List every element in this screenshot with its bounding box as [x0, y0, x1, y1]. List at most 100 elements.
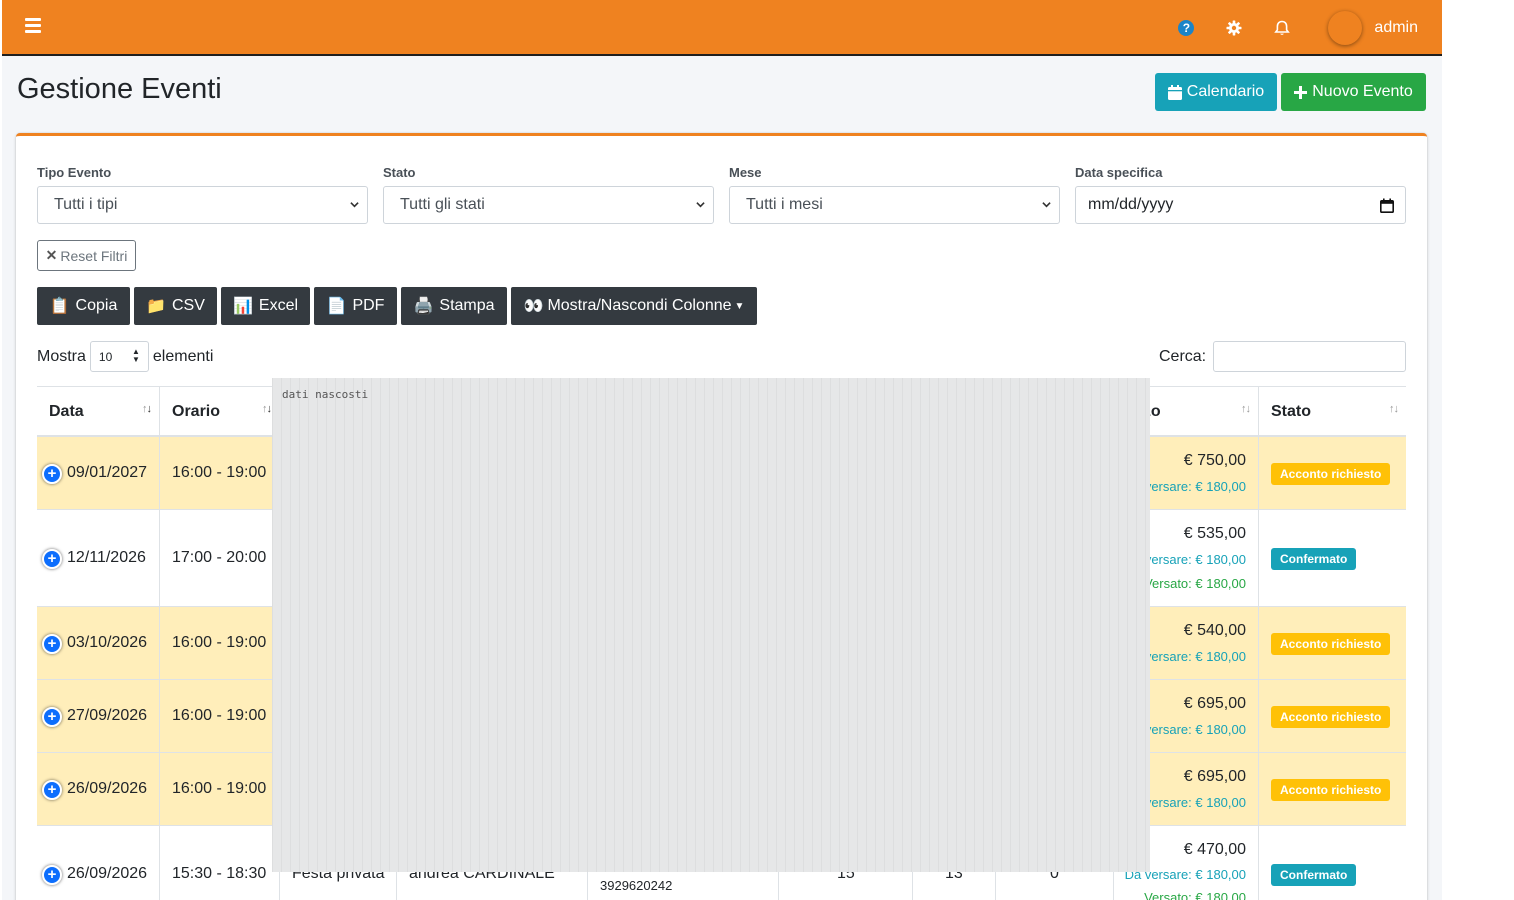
search-control: Cerca:: [1159, 341, 1407, 372]
column-header-time[interactable]: Orario ↑↓: [160, 387, 280, 437]
user-name[interactable]: admin: [1374, 19, 1418, 37]
column-visibility-label: Mostra/Nascondi Colonne: [547, 297, 732, 314]
status-badge: Confermato: [1271, 548, 1357, 570]
status-badge: Acconto richiesto: [1271, 779, 1391, 801]
row-amount-due: versare: € 180,00: [1144, 479, 1246, 494]
status-cell: Confermato: [1259, 826, 1406, 900]
filter-date-input[interactable]: mm/dd/yyyy: [1075, 186, 1406, 224]
row-date: 26/09/2026: [67, 780, 148, 797]
status-cell: Acconto richiesto: [1259, 437, 1406, 509]
calendar-button[interactable]: Calendario: [1155, 73, 1277, 111]
row-price: € 540,00: [1183, 622, 1246, 639]
expand-row-icon[interactable]: +: [42, 464, 62, 484]
row-date: 26/09/2026: [67, 865, 148, 882]
printer-icon: 🖨️: [413, 298, 434, 315]
copy-button[interactable]: 📋 Copia: [37, 287, 130, 325]
row-amount-paid: Versato: € 180,00: [1144, 576, 1246, 591]
row-date: 12/11/2026: [67, 549, 146, 566]
calendar-icon[interactable]: [1380, 198, 1394, 213]
page-length-prefix: Mostra: [37, 347, 86, 365]
menu-icon[interactable]: [25, 18, 41, 33]
expand-row-icon[interactable]: +: [42, 780, 62, 800]
status-badge: Confermato: [1271, 864, 1357, 886]
row-price: € 750,00: [1183, 452, 1246, 469]
page-length-value: 10: [98, 349, 113, 364]
calendar-icon: [1167, 84, 1182, 100]
expand-row-icon[interactable]: +: [42, 707, 62, 727]
chevron-down-icon: [1042, 202, 1051, 208]
expand-row-icon[interactable]: +: [42, 634, 62, 654]
status-cell: Confermato: [1259, 510, 1406, 606]
time-cell: 15:30 - 18:30: [160, 826, 280, 900]
print-button[interactable]: 🖨️ Stampa: [401, 287, 507, 325]
chevron-down-icon: [696, 202, 705, 208]
pdf-button-label: PDF: [352, 297, 385, 314]
filter-status-value: Tutti gli stati: [400, 196, 485, 213]
column-header-date-label: Data: [49, 403, 84, 420]
reset-filters-button[interactable]: ✕ Reset Filtri: [37, 240, 136, 271]
status-cell: Acconto richiesto: [1259, 680, 1406, 752]
filter-date-label: Data specifica: [1075, 165, 1163, 180]
excel-button-label: Excel: [258, 297, 299, 314]
filter-date-value: mm/dd/yyyy: [1088, 196, 1174, 213]
reset-filters-label: Reset Filtri: [60, 247, 128, 264]
avatar[interactable]: [1328, 11, 1363, 45]
redacted-label: dati nascosti: [282, 388, 369, 401]
filter-month-value: Tutti i mesi: [746, 196, 823, 213]
pdf-button[interactable]: 📄 PDF: [314, 287, 397, 325]
redacted-region: dati nascosti: [272, 378, 1150, 872]
column-header-status[interactable]: Stato ↑↓: [1259, 387, 1406, 437]
expand-row-icon[interactable]: +: [42, 865, 62, 885]
sort-icon: ↑↓: [142, 403, 152, 415]
filter-status-select[interactable]: Tutti gli stati: [383, 186, 714, 224]
time-cell: 16:00 - 19:00: [160, 437, 280, 509]
time-cell: 16:00 - 19:00: [160, 607, 280, 679]
new-event-button-label: Nuovo Evento: [1312, 83, 1413, 100]
csv-button-label: CSV: [172, 297, 205, 314]
bell-icon[interactable]: [1258, 0, 1306, 56]
time-cell: 16:00 - 19:00: [160, 680, 280, 752]
excel-button[interactable]: 📊 Excel: [221, 287, 310, 325]
filter-status-label: Stato: [383, 165, 416, 180]
document-icon: 📄: [326, 298, 347, 315]
search-input[interactable]: [1213, 341, 1407, 372]
filter-month-label: Mese: [729, 165, 762, 180]
date-cell: + 27/09/2026: [37, 680, 160, 752]
date-cell: + 26/09/2026: [37, 826, 160, 900]
row-amount-due: versare: € 180,00: [1144, 722, 1246, 737]
sort-icon: ↑↓: [1241, 403, 1251, 415]
row-amount-due: versare: € 180,00: [1144, 649, 1246, 664]
column-header-date[interactable]: Data ↑↓: [37, 387, 160, 437]
help-icon[interactable]: ?: [1162, 0, 1210, 56]
gear-icon[interactable]: [1210, 0, 1258, 56]
row-time: 16:00 - 19:00: [172, 780, 267, 797]
page-length-select[interactable]: 10 ▲ ▼: [89, 341, 149, 372]
page-length-control: Mostra 10 ▲ ▼ elementi: [37, 341, 213, 372]
status-badge: Acconto richiesto: [1271, 706, 1391, 728]
row-date: 03/10/2026: [67, 634, 148, 651]
row-price: € 470,00: [1183, 841, 1246, 858]
sort-arrows-icon: ▲ ▼: [131, 347, 140, 364]
status-badge: Acconto richiesto: [1271, 463, 1391, 485]
row-time: 15:30 - 18:30: [172, 865, 267, 882]
row-amount-due: versare: € 180,00: [1144, 795, 1246, 810]
row-time: 16:00 - 19:00: [172, 634, 267, 651]
filter-type-select[interactable]: Tutti i tipi: [37, 186, 368, 224]
time-cell: 16:00 - 19:00: [160, 753, 280, 825]
filter-month-select[interactable]: Tutti i mesi: [729, 186, 1060, 224]
filter-type-label: Tipo Evento: [37, 165, 112, 180]
chart-icon: 📊: [232, 298, 253, 315]
expand-row-icon[interactable]: +: [42, 549, 62, 569]
row-price: € 695,00: [1183, 768, 1246, 785]
close-icon: ✕: [45, 247, 58, 263]
column-header-status-label: Stato: [1271, 403, 1311, 420]
column-visibility-button[interactable]: 👀 Mostra/Nascondi Colonne ▼: [511, 287, 757, 325]
csv-button[interactable]: 📁 CSV: [134, 287, 217, 325]
folder-icon: 📁: [146, 298, 166, 315]
top-navbar: ? admin: [2, 0, 1442, 56]
row-date: 09/01/2027: [67, 464, 148, 481]
new-event-button[interactable]: Nuovo Evento: [1281, 73, 1426, 111]
status-cell: Acconto richiesto: [1259, 753, 1406, 825]
plus-icon: [1294, 85, 1308, 99]
status-cell: Acconto richiesto: [1259, 607, 1406, 679]
